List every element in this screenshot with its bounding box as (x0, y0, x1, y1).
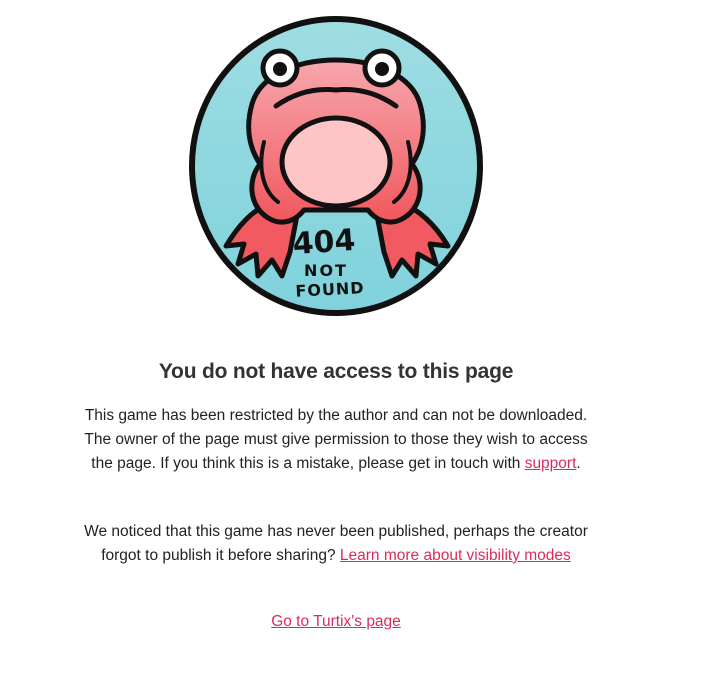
frog-line2-text: FOUND (295, 278, 365, 301)
frog-line1-text: NOT (304, 261, 348, 280)
restriction-message: This game has been restricted by the aut… (84, 404, 588, 476)
page-title: You do not have access to this page (158, 360, 514, 383)
goto-author-container: Go to Turtix's page (0, 610, 672, 634)
visibility-modes-link[interactable]: Learn more about visibility modes (340, 547, 571, 564)
support-link[interactable]: support (525, 455, 577, 472)
frog-404-icon: 404 NOT FOUND (186, 14, 486, 318)
frog-right-pupil (375, 62, 389, 76)
restriction-text: This game has been restricted by the aut… (84, 407, 588, 472)
restriction-suffix: . (576, 455, 581, 472)
frog-belly (279, 115, 393, 209)
frog-left-pupil (273, 62, 287, 76)
goto-author-page-link[interactable]: Go to Turtix's page (271, 613, 401, 630)
page: 404 NOT FOUND You do not have access to … (0, 0, 715, 674)
unpublished-message: We noticed that this game has never been… (84, 520, 588, 568)
frog-code-text: 404 (292, 223, 357, 262)
